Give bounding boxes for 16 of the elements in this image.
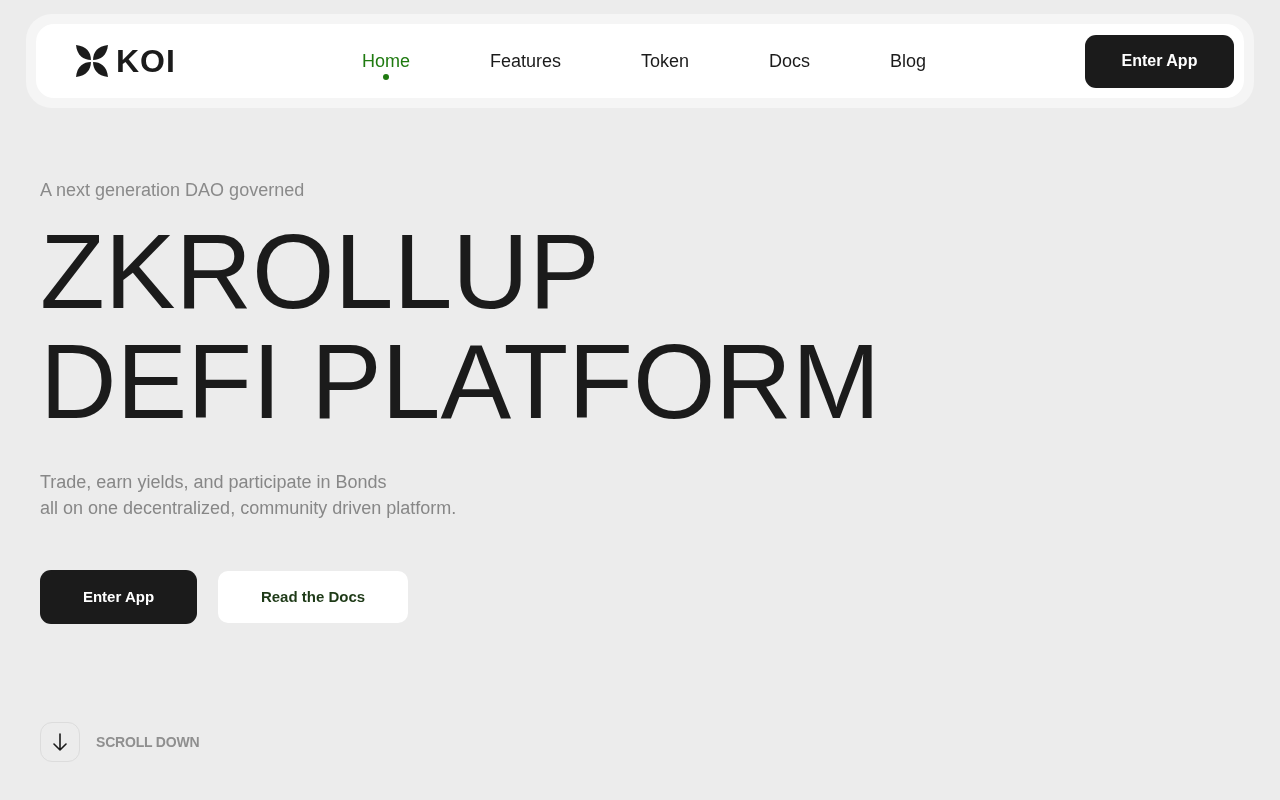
hero-eyebrow: A next generation DAO governed xyxy=(40,179,305,202)
logo-link[interactable]: KOI xyxy=(76,44,176,78)
scroll-down-label: SCROLL DOWN xyxy=(96,732,200,752)
hero-headline: ZKROLLUP DEFI PLATFORM xyxy=(40,216,881,436)
nav-link[interactable]: Home xyxy=(361,49,410,73)
scroll-down-button[interactable] xyxy=(40,722,80,762)
nav-link[interactable]: Token xyxy=(640,49,689,73)
nav-link[interactable]: Blog xyxy=(890,49,927,73)
four-petal-logo-icon xyxy=(76,45,108,77)
enter-app-button[interactable]: Enter App xyxy=(40,570,197,624)
nav-link[interactable]: Docs xyxy=(769,49,810,73)
arrow-down-icon xyxy=(52,733,68,751)
enter-app-button[interactable]: Enter App xyxy=(1085,34,1234,88)
nav-link[interactable]: Features xyxy=(489,49,561,73)
read-docs-button[interactable]: Read the Docs xyxy=(218,571,408,623)
hero-description: Trade, earn yields, and participate in Bonds all on one decentralized, community driven platform. xyxy=(40,471,457,520)
